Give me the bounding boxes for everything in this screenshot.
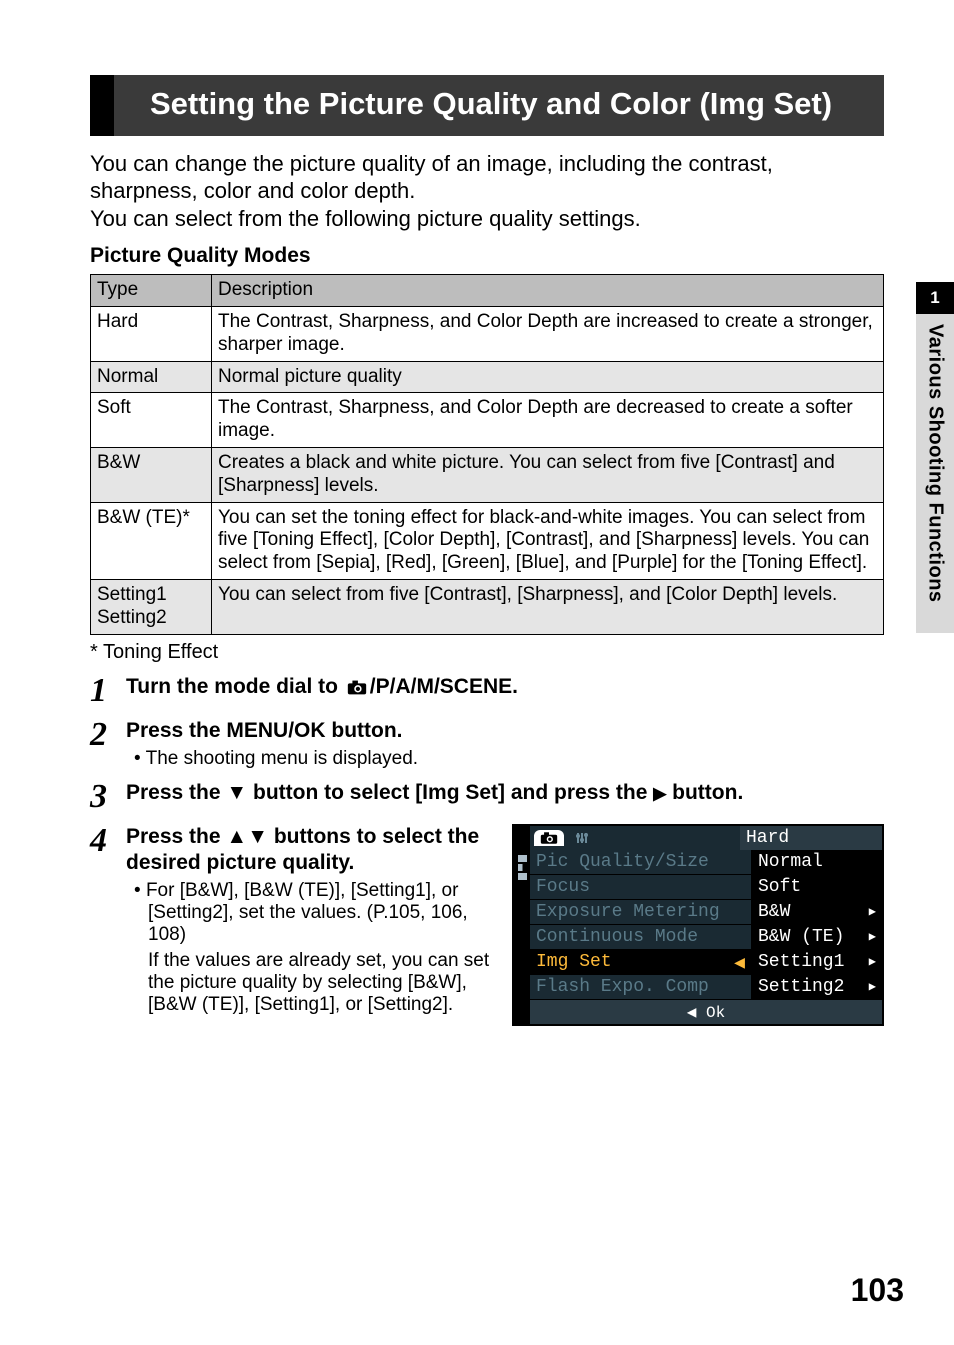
step-sub: For [B&W], [B&W (TE)], [Setting1], or [S… <box>148 880 496 946</box>
lcd-tab-setup <box>568 830 596 846</box>
cell-desc: You can set the toning effect for black-… <box>212 502 884 579</box>
step-3: 3 Press the button to select [Img Set] a… <box>90 780 884 814</box>
lcd-menu-item: Exposure Metering <box>530 900 751 925</box>
up-arrow-icon <box>226 825 247 848</box>
lcd-menu-list: Pic Quality/Size Focus Exposure Metering… <box>530 850 751 1000</box>
lcd-submenu-item: B&W▶ <box>752 900 882 925</box>
cell-desc: The Contrast, Sharpness, and Color Depth… <box>212 307 884 362</box>
page-title: Setting the Picture Quality and Color (I… <box>90 75 884 136</box>
lcd-menu-item-selected: Img Set◀ <box>530 950 751 975</box>
step-number: 4 <box>90 824 126 858</box>
lcd-submenu-item: Normal <box>752 850 882 875</box>
step-title: Press the MENU/OK button. <box>126 718 884 744</box>
table-row: Soft The Contrast, Sharpness, and Color … <box>91 393 884 448</box>
intro-text: You can change the picture quality of an… <box>90 150 884 233</box>
lcd-tab-camera <box>534 830 564 846</box>
lcd-menu-item: Flash Expo. Comp <box>530 975 751 1000</box>
table-row: Normal Normal picture quality <box>91 361 884 393</box>
cell-desc: Normal picture quality <box>212 361 884 393</box>
table-header-row: Type Description <box>91 275 884 307</box>
table-row: Setting1 Setting2 You can select from fi… <box>91 580 884 635</box>
cell-desc: Creates a black and white picture. You c… <box>212 448 884 503</box>
chapter-number: 1 <box>916 282 954 314</box>
step-number: 1 <box>90 674 126 708</box>
lcd-submenu-item: B&W (TE)▶ <box>752 925 882 950</box>
cell-desc: The Contrast, Sharpness, and Color Depth… <box>212 393 884 448</box>
right-arrow-icon <box>653 781 666 804</box>
table-row: B&W Creates a black and white picture. Y… <box>91 448 884 503</box>
lcd-menu-item: Focus <box>530 875 751 900</box>
table-row: Hard The Contrast, Sharpness, and Color … <box>91 307 884 362</box>
right-arrow-icon: ▶ <box>869 979 876 994</box>
lcd-menu-item: Pic Quality/Size <box>530 850 751 875</box>
camera-icon <box>344 675 370 698</box>
down-arrow-icon <box>247 825 268 848</box>
manual-page: 1 Various Shooting Functions Setting the… <box>0 0 954 1345</box>
step-number: 3 <box>90 780 126 814</box>
lcd-submenu-item: Setting1▶ <box>752 950 882 975</box>
picture-quality-table: Type Description Hard The Contrast, Shar… <box>90 274 884 634</box>
table-footnote: * Toning Effect <box>90 641 884 664</box>
th-type: Type <box>91 275 212 307</box>
left-arrow-icon: ◀ <box>734 952 745 974</box>
lcd-submenu-list: Normal Soft B&W▶ B&W (TE)▶ Setting1▶ Set… <box>751 850 882 1000</box>
step-number: 2 <box>90 718 126 752</box>
right-arrow-icon: ▶ <box>869 929 876 944</box>
right-arrow-icon: ▶ <box>869 954 876 969</box>
lcd-page-indicator <box>514 826 530 1024</box>
lcd-submenu-header: Hard <box>740 826 882 850</box>
lcd-submenu-item: Soft <box>752 875 882 900</box>
cell-desc: You can select from five [Contrast], [Sh… <box>212 580 884 635</box>
cell-type: Hard <box>91 307 212 362</box>
cell-type: Normal <box>91 361 212 393</box>
step-title: Press the buttons to select the desired … <box>126 824 496 877</box>
step-2: 2 Press the MENU/OK button. The shooting… <box>90 718 884 770</box>
step-sub: If the values are already set, you can s… <box>148 950 496 1016</box>
camera-lcd-screenshot: Hard Pic Quality/Size Focus Exposure Met… <box>512 824 884 1026</box>
table-heading: Picture Quality Modes <box>90 244 884 268</box>
lcd-submenu-item: Setting2▶ <box>752 975 882 1000</box>
cell-type: B&W <box>91 448 212 503</box>
chapter-label: Various Shooting Functions <box>924 324 947 603</box>
step-1: 1 Turn the mode dial to /P/A/M/SCENE. <box>90 674 884 708</box>
lcd-tab-bar: Hard <box>530 826 882 850</box>
th-desc: Description <box>212 275 884 307</box>
step-sub: The shooting menu is displayed. <box>148 748 884 770</box>
lcd-footer-hint: ◀ Ok <box>530 1000 882 1024</box>
side-tab: 1 Various Shooting Functions <box>916 282 954 633</box>
cell-type: Setting1 Setting2 <box>91 580 212 635</box>
step-4: 4 Press the buttons to select the desire… <box>90 824 884 1026</box>
down-arrow-icon <box>226 781 247 804</box>
table-row: B&W (TE)* You can set the toning effect … <box>91 502 884 579</box>
step-title: Turn the mode dial to /P/A/M/SCENE. <box>126 674 884 700</box>
page-number: 103 <box>851 1272 904 1309</box>
cell-type: Soft <box>91 393 212 448</box>
right-arrow-icon: ▶ <box>869 904 876 919</box>
instruction-steps: 1 Turn the mode dial to /P/A/M/SCENE. 2 … <box>90 674 884 1026</box>
cell-type: B&W (TE)* <box>91 502 212 579</box>
step-title: Press the button to select [Img Set] and… <box>126 780 884 806</box>
lcd-menu-item: Continuous Mode <box>530 925 751 950</box>
